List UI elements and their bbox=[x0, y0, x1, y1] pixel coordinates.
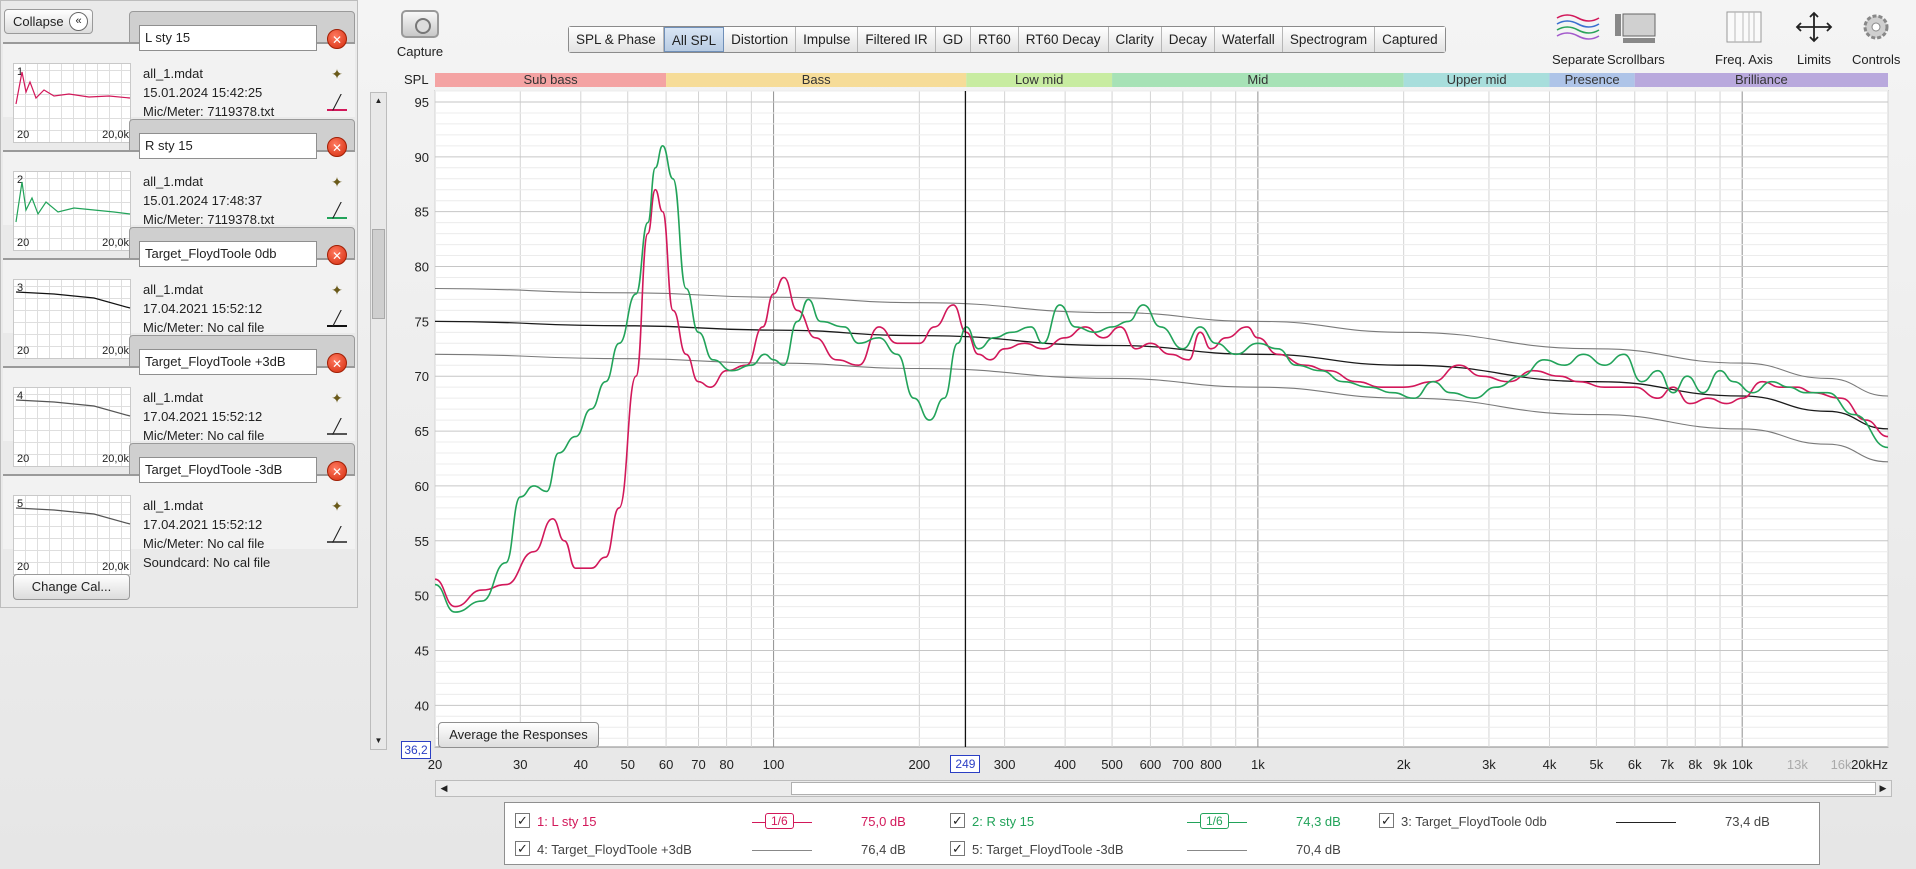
x-tick-label: 30 bbox=[513, 757, 527, 772]
legend-checkbox[interactable]: ✓ bbox=[515, 813, 530, 828]
cursor-freq-readout: 249 bbox=[950, 755, 981, 773]
x-tick-label: 80 bbox=[719, 757, 733, 772]
graph: SPL Sub bass Bass Low mid Mid Upper mid Prese… bbox=[0, 0, 1916, 869]
x-tick-label: 5k bbox=[1590, 757, 1604, 772]
smoothing-badge[interactable]: 1/6 bbox=[1200, 813, 1229, 829]
legend-line-sample bbox=[752, 850, 812, 851]
y-tick-label: 40 bbox=[415, 698, 429, 713]
legend-label: 3: Target_FloydToole 0db bbox=[1401, 814, 1547, 829]
y-tick-label: 75 bbox=[415, 314, 429, 329]
x-tick-label: 50 bbox=[621, 757, 635, 772]
legend-item: ✓ 2: R sty 15 1/6 74,3 dB bbox=[950, 812, 1360, 832]
band-label: Presence bbox=[1565, 72, 1620, 87]
band-label: Brilliance bbox=[1735, 72, 1788, 87]
y-tick-label: 65 bbox=[415, 424, 429, 439]
legend-label: 5: Target_FloydToole -3dB bbox=[972, 842, 1124, 857]
band-label: Upper mid bbox=[1447, 72, 1507, 87]
legend-value: 73,4 dB bbox=[1725, 814, 1770, 829]
x-tick-label: 9k bbox=[1713, 757, 1727, 772]
x-tick-label: 3k bbox=[1482, 757, 1496, 772]
x-tick-label: 70 bbox=[691, 757, 705, 772]
y-tick-label: 95 bbox=[415, 95, 429, 110]
x-tick-label: 700 bbox=[1172, 757, 1194, 772]
x-tick-label: 4k bbox=[1543, 757, 1557, 772]
y-tick-label: 55 bbox=[415, 534, 429, 549]
band-label: Bass bbox=[802, 72, 831, 87]
x-tick-label: 7k bbox=[1660, 757, 1674, 772]
scroll-right-icon[interactable]: ▶ bbox=[1875, 781, 1891, 796]
legend-value: 70,4 dB bbox=[1296, 842, 1341, 857]
legend-item: ✓ 3: Target_FloydToole 0db 73,4 dB bbox=[1379, 812, 1789, 832]
legend-item: ✓ 1: L sty 15 1/6 75,0 dB bbox=[515, 812, 925, 832]
band-label: Mid bbox=[1247, 72, 1268, 87]
y-tick-label: 45 bbox=[415, 643, 429, 658]
x-tick-label: 20 bbox=[428, 757, 442, 772]
legend-label: 1: L sty 15 bbox=[537, 814, 597, 829]
band-label: Sub bass bbox=[523, 72, 578, 87]
y-tick-label: 90 bbox=[415, 150, 429, 165]
y-tick-label: 80 bbox=[415, 260, 429, 275]
scroll-left-icon[interactable]: ◀ bbox=[436, 781, 452, 796]
x-tick-label: 500 bbox=[1101, 757, 1123, 772]
average-responses-button[interactable]: Average the Responses bbox=[438, 722, 599, 748]
legend-checkbox[interactable]: ✓ bbox=[950, 841, 965, 856]
x-tick-label: 400 bbox=[1054, 757, 1076, 772]
horizontal-scrollbar[interactable]: ◀ ▶ bbox=[435, 780, 1892, 797]
smoothing-badge[interactable]: 1/6 bbox=[765, 813, 794, 829]
y-tick-label: 60 bbox=[415, 479, 429, 494]
x-tick-label: 200 bbox=[908, 757, 930, 772]
x-tick-label: 10k bbox=[1732, 757, 1753, 772]
band-label: Low mid bbox=[1015, 72, 1063, 87]
x-tick-label: 8k bbox=[1688, 757, 1702, 772]
x-tick-label: 6k bbox=[1628, 757, 1642, 772]
x-tick-label: 40 bbox=[574, 757, 588, 772]
y-tick-label: 50 bbox=[415, 589, 429, 604]
spl-chart[interactable]: Sub bass Bass Low mid Mid Upper mid Presence B… bbox=[0, 0, 1916, 780]
legend-value: 75,0 dB bbox=[861, 814, 906, 829]
x-tick-label: 600 bbox=[1140, 757, 1162, 772]
legend-checkbox[interactable]: ✓ bbox=[1379, 813, 1394, 828]
legend-line-sample bbox=[1616, 822, 1676, 823]
x-tick-label: 1k bbox=[1251, 757, 1265, 772]
legend-item: ✓ 4: Target_FloydToole +3dB 76,4 dB bbox=[515, 840, 925, 860]
y-tick-label: 85 bbox=[415, 205, 429, 220]
x-tick-label: 2k bbox=[1397, 757, 1411, 772]
legend-value: 74,3 dB bbox=[1296, 814, 1341, 829]
x-tick-label: 60 bbox=[659, 757, 673, 772]
x-tick-label: 13k bbox=[1787, 757, 1808, 772]
legend-value: 76,4 dB bbox=[861, 842, 906, 857]
legend-checkbox[interactable]: ✓ bbox=[515, 841, 530, 856]
x-tick-label: 800 bbox=[1200, 757, 1222, 772]
y-tick-label: 70 bbox=[415, 369, 429, 384]
x-tick-label: 300 bbox=[994, 757, 1016, 772]
x-tick-label: 100 bbox=[763, 757, 785, 772]
legend-item: ✓ 5: Target_FloydToole -3dB 70,4 dB bbox=[950, 840, 1360, 860]
legend: ✓ 1: L sty 15 1/6 75,0 dB ✓ 2: R sty 15 1/6 74,… bbox=[504, 802, 1820, 865]
x-tick-label: 16k bbox=[1831, 757, 1852, 772]
horizontal-scroll-thumb[interactable] bbox=[791, 782, 1876, 795]
legend-checkbox[interactable]: ✓ bbox=[950, 813, 965, 828]
legend-label: 4: Target_FloydToole +3dB bbox=[537, 842, 692, 857]
x-tick-label: 20kHz bbox=[1851, 757, 1888, 772]
cursor-spl-readout: 36,2 bbox=[401, 741, 431, 759]
legend-label: 2: R sty 15 bbox=[972, 814, 1035, 829]
legend-line-sample bbox=[1187, 850, 1247, 851]
